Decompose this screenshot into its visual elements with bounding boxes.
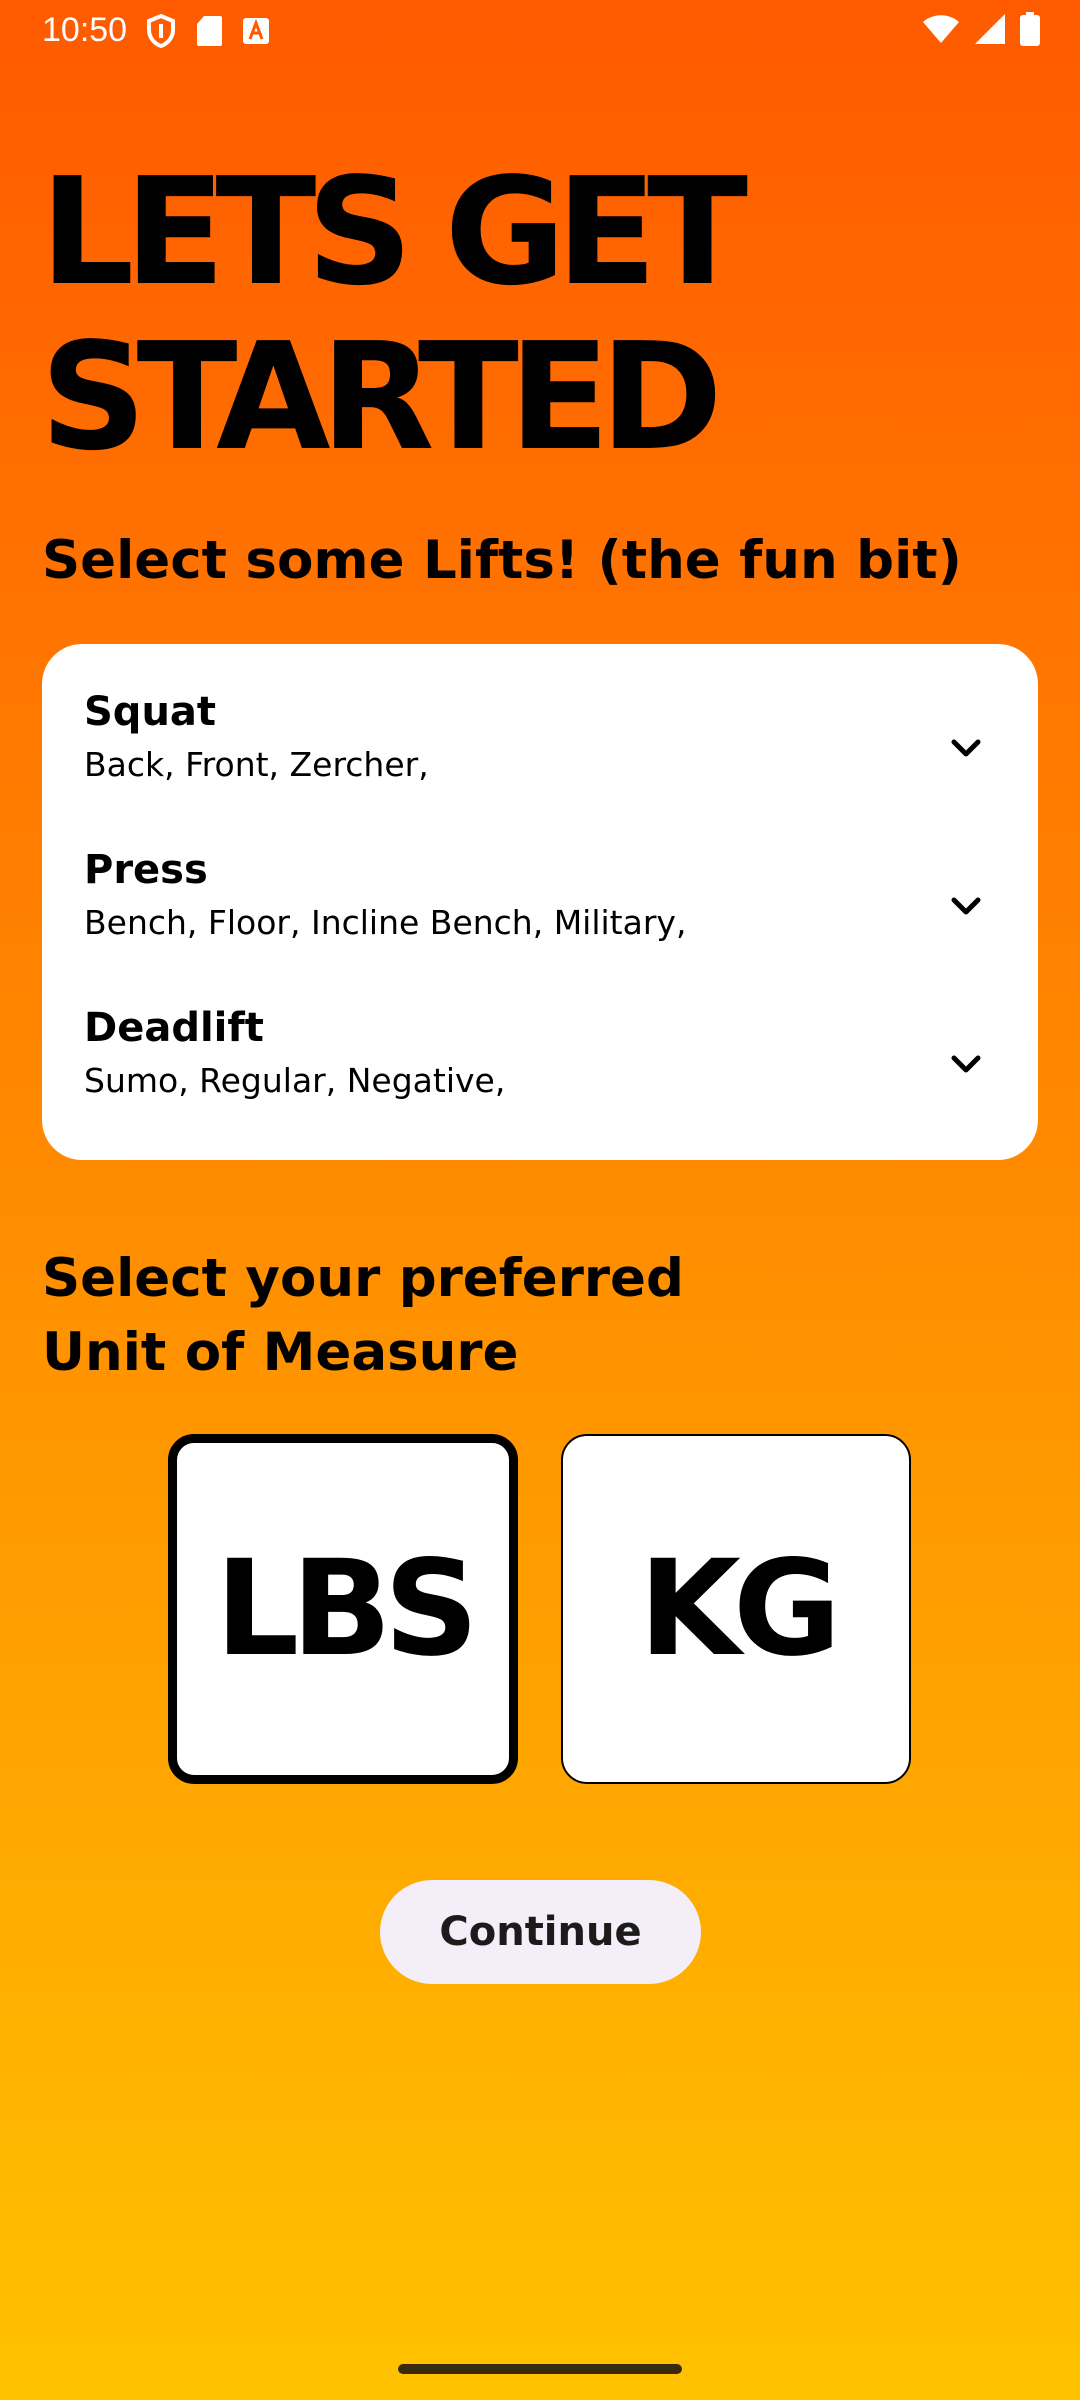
lift-variants: Back, Front, Zercher,	[84, 745, 429, 784]
lift-variants: Sumo, Regular, Negative,	[84, 1061, 506, 1100]
unit-option-label: LBS	[215, 1532, 479, 1686]
font-download-icon	[242, 17, 270, 45]
lift-variants: Bench, Floor, Incline Bench, Military,	[84, 903, 687, 942]
lift-row-press[interactable]: Press Bench, Floor, Incline Bench, Milit…	[42, 830, 1038, 988]
lift-name: Deadlift	[84, 1005, 264, 1051]
unit-option-kg[interactable]: KG	[561, 1434, 911, 1784]
chevron-down-icon[interactable]	[946, 728, 986, 768]
lift-name: Squat	[84, 689, 217, 735]
chevron-down-icon[interactable]	[946, 886, 986, 926]
uom-title-line-1: Select your preferred	[42, 1248, 684, 1309]
cell-signal-icon	[974, 13, 1006, 45]
shield-icon	[146, 14, 176, 48]
wifi-icon	[922, 14, 960, 44]
lifts-section-title: Select some Lifts! (the fun bit)	[42, 530, 962, 591]
page-title: LETS GET STARTED	[40, 150, 1040, 480]
status-left-icons	[146, 14, 270, 48]
battery-icon	[1020, 12, 1040, 46]
sd-card-icon	[196, 15, 222, 47]
lift-row-squat[interactable]: Squat Back, Front, Zercher,	[42, 672, 1038, 830]
chevron-down-icon[interactable]	[946, 1044, 986, 1084]
lift-row-deadlift[interactable]: Deadlift Sumo, Regular, Negative,	[42, 988, 1038, 1146]
lifts-card: Squat Back, Front, Zercher, Press Bench,…	[42, 644, 1038, 1160]
continue-button[interactable]: Continue	[380, 1880, 701, 1984]
home-indicator[interactable]	[398, 2364, 682, 2374]
status-bar: 10:50	[0, 0, 1080, 64]
unit-option-lbs[interactable]: LBS	[168, 1434, 518, 1784]
page-title-line-2: STARTED	[40, 311, 723, 483]
lift-name: Press	[84, 847, 208, 893]
page-title-line-1: LETS GET	[40, 146, 748, 318]
status-right-icons	[922, 12, 1040, 46]
uom-section-title: Select your preferred Unit of Measure	[42, 1242, 802, 1390]
uom-title-line-2: Unit of Measure	[42, 1322, 519, 1383]
status-time: 10:50	[42, 11, 128, 49]
unit-option-label: KG	[638, 1532, 842, 1686]
